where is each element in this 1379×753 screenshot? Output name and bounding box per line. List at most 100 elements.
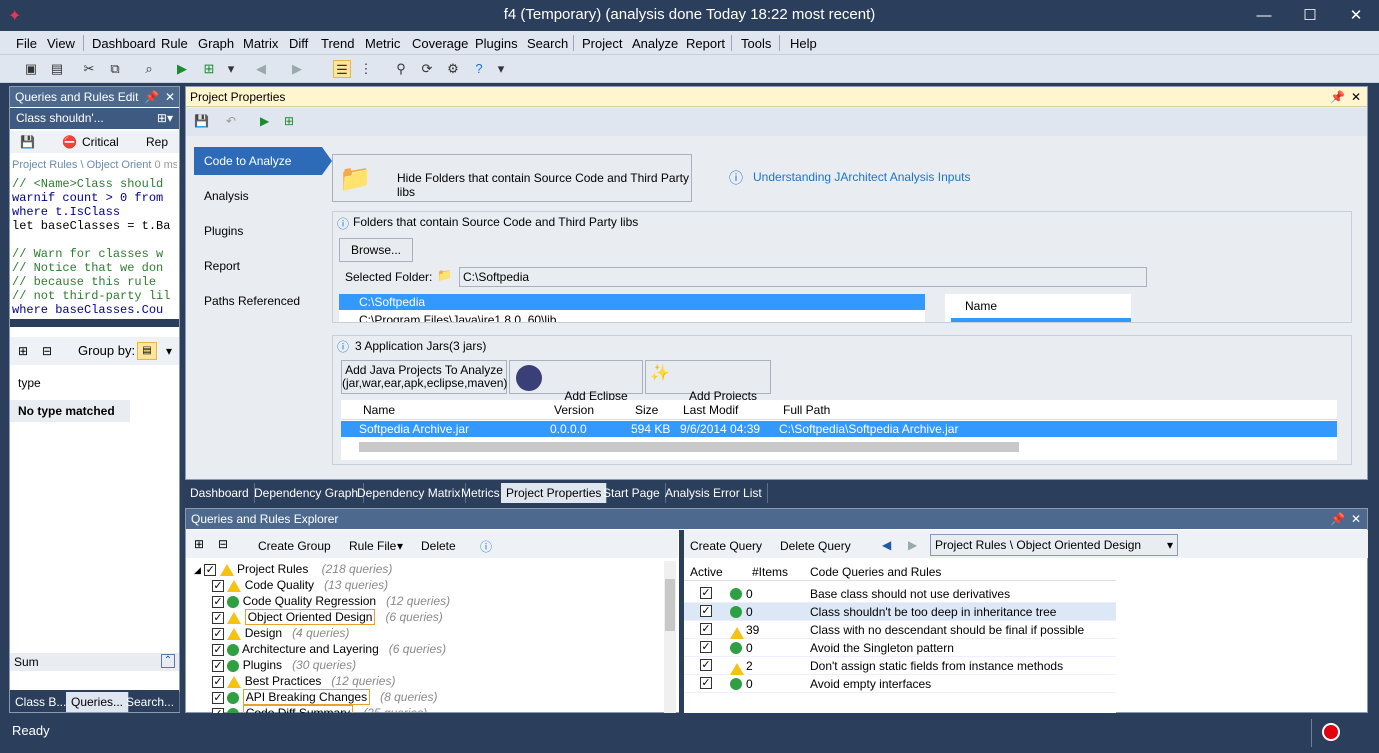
menu-matrix[interactable]: Matrix: [243, 36, 278, 51]
search-icon[interactable]: ⚲: [392, 60, 410, 78]
create-group-button[interactable]: Create Group: [258, 539, 331, 553]
create-query-button[interactable]: Create Query: [690, 539, 762, 553]
col-size[interactable]: Size: [635, 403, 658, 417]
forward-icon[interactable]: ▶: [288, 60, 306, 78]
menu-search[interactable]: Search: [527, 36, 568, 51]
help-dropdown-icon[interactable]: ▾: [492, 60, 510, 78]
menu-diff[interactable]: Diff: [289, 36, 308, 51]
table-row[interactable]: ✓ 39 Class with no descendant should be fi…: [684, 621, 1116, 639]
undo-icon[interactable]: ↶: [226, 114, 236, 128]
horizontal-scrollbar[interactable]: [359, 442, 1019, 452]
tab-dashboard[interactable]: Dashboard: [185, 483, 255, 503]
splitter[interactable]: [10, 319, 179, 327]
menu-dashboard[interactable]: Dashboard: [92, 36, 156, 51]
help-link[interactable]: Understanding JArchitect Analysis Inputs: [753, 170, 970, 184]
menu-help[interactable]: Help: [790, 36, 817, 51]
back-icon[interactable]: ◀: [882, 538, 891, 552]
delete-button[interactable]: Delete: [421, 539, 456, 553]
help-icon[interactable]: ?: [470, 60, 488, 78]
pin-icon[interactable]: 📌: [1330, 87, 1345, 107]
run-analysis-report-icon[interactable]: ⊞: [284, 114, 294, 128]
menu-analyze[interactable]: Analyze: [632, 36, 678, 51]
menu-view[interactable]: View: [47, 36, 75, 51]
checkbox[interactable]: ✓: [700, 587, 712, 599]
inspect-icon[interactable]: ⌕: [140, 60, 158, 78]
menu-metric[interactable]: Metric: [365, 36, 400, 51]
tab-start-page[interactable]: Start Page: [598, 483, 666, 503]
editor-tab[interactable]: Class shouldn'... ⊞▾: [10, 108, 179, 129]
close-button[interactable]: ✕: [1333, 0, 1379, 31]
selected-folder-field[interactable]: C:\Softpedia: [459, 267, 1147, 287]
close-icon[interactable]: ✕: [165, 87, 175, 107]
tab-analysis-error-list[interactable]: Analysis Error List: [660, 483, 768, 503]
tab-project-properties[interactable]: Project Properties: [501, 483, 608, 503]
tree-root[interactable]: ◢ ✓ Project Rules (218 queries): [194, 561, 392, 577]
menu-rule[interactable]: Rule: [161, 36, 188, 51]
collapse-up-icon[interactable]: ⌃: [161, 654, 175, 668]
table-row[interactable]: Softpedia Archive.jar 0.0.0.0 594 KB 9/6…: [341, 421, 1337, 437]
table-row[interactable]: ✓ 0 Class shouldn't be too deep in inherit…: [684, 603, 1116, 621]
checkbox[interactable]: ✓: [204, 563, 217, 576]
collapse-all-icon[interactable]: ⊟: [218, 537, 228, 551]
collapse-all-icon[interactable]: ⊟: [42, 337, 52, 365]
critical-label[interactable]: Critical: [82, 131, 119, 153]
menu-graph[interactable]: Graph: [198, 36, 234, 51]
tab-dependency-matrix[interactable]: Dependency Matrix: [352, 483, 467, 503]
tree-item[interactable]: ✓ Code Quality (13 queries): [212, 577, 388, 593]
tree-item[interactable]: ✓ Object Oriented Design (6 queries): [212, 609, 443, 625]
forward-icon[interactable]: ▶: [908, 538, 917, 552]
tree-item[interactable]: ✓ Design (4 queries): [212, 625, 349, 641]
tab-search[interactable]: Search...: [121, 692, 181, 712]
run-analysis-icon[interactable]: ▶: [173, 60, 191, 78]
open-project-icon[interactable]: ▤: [48, 60, 66, 78]
report-label[interactable]: Rep: [146, 131, 168, 153]
tree-item[interactable]: ✓ Code Diff Summary (25 queries): [212, 705, 427, 713]
menu-file[interactable]: File: [16, 36, 37, 51]
col-last-modif[interactable]: Last Modif: [683, 403, 738, 417]
checkbox[interactable]: ✓: [212, 595, 224, 608]
add-eclipse-workspace-button[interactable]: Add Eclipse Workspace: [509, 360, 643, 416]
nav-paths-referenced[interactable]: Paths Referenced: [194, 287, 314, 315]
add-tab-icon[interactable]: ⊞▾: [157, 108, 173, 129]
checkbox[interactable]: ✓: [700, 623, 712, 635]
toggle-panel-icon[interactable]: ☰: [333, 60, 351, 78]
tab-metrics[interactable]: Metrics: [456, 483, 506, 503]
checkbox[interactable]: ✓: [212, 643, 224, 656]
info-icon[interactable]: ⓘ: [480, 538, 492, 555]
scrollbar-thumb[interactable]: [665, 579, 675, 631]
checkbox[interactable]: ✓: [700, 677, 712, 689]
tab-dependency-graph[interactable]: Dependency Graph: [249, 483, 365, 503]
compare-icon[interactable]: ✂: [80, 60, 98, 78]
menu-report[interactable]: Report: [686, 36, 725, 51]
back-icon[interactable]: ◀: [252, 60, 270, 78]
col-full-path[interactable]: Full Path: [783, 403, 830, 417]
pin-icon[interactable]: 📌: [144, 87, 159, 107]
minimize-button[interactable]: —: [1241, 0, 1287, 31]
col-name[interactable]: Code Queries and Rules: [810, 565, 941, 579]
tree-item[interactable]: ✓ Plugins (30 queries): [212, 657, 356, 673]
checkbox[interactable]: ✓: [212, 691, 224, 704]
checkbox[interactable]: ✓: [212, 659, 224, 672]
checkbox[interactable]: ✓: [700, 605, 712, 617]
rule-file-dropdown-icon[interactable]: ▾: [397, 539, 403, 553]
table-row[interactable]: ✓ 0 Avoid the Singleton pattern: [684, 639, 1116, 657]
checkbox[interactable]: ✓: [212, 675, 224, 688]
critical-icon[interactable]: ⛔: [62, 131, 77, 153]
col-name[interactable]: Name: [363, 403, 395, 417]
menu-plugins[interactable]: Plugins: [475, 36, 518, 51]
hide-folders-button[interactable]: 📁 Hide Folders that contain Source Code …: [332, 154, 692, 202]
folder-row[interactable]: C:\Program Files\Java\jre1.8.0_60\lib: [339, 312, 925, 322]
menu-trend[interactable]: Trend: [321, 36, 354, 51]
menu-project[interactable]: Project: [582, 36, 622, 51]
folder-row[interactable]: C:\Softpedia: [339, 294, 925, 310]
delete-query-button[interactable]: Delete Query: [780, 539, 851, 553]
save-icon[interactable]: 💾: [20, 131, 35, 153]
table-row[interactable]: ✓ 2 Don't assign static fields from instan…: [684, 657, 1116, 675]
run-analysis-icon[interactable]: ▶: [260, 114, 269, 128]
menu-coverage[interactable]: Coverage: [412, 36, 468, 51]
nav-plugins[interactable]: Plugins: [194, 217, 314, 245]
refresh-icon[interactable]: ⟳: [418, 60, 436, 78]
expand-all-icon[interactable]: ⊞: [194, 537, 204, 551]
pin-icon[interactable]: 📌: [1330, 509, 1345, 529]
checkbox[interactable]: ✓: [700, 659, 712, 671]
